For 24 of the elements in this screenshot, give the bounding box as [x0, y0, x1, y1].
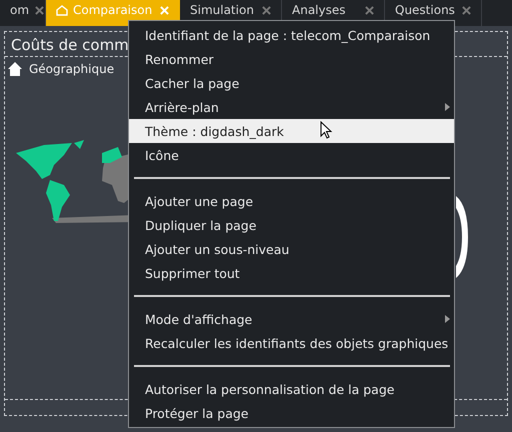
home-icon[interactable]: [7, 61, 23, 77]
menu-item[interactable]: Dupliquer la page: [129, 213, 454, 237]
menu-item[interactable]: Autoriser la personnalisation de la page: [129, 377, 454, 401]
submenu-arrow-icon: [445, 103, 450, 111]
menu-item[interactable]: Ajouter un sous-niveau: [129, 237, 454, 261]
menu-item[interactable]: Protéger la page: [129, 401, 454, 425]
close-icon[interactable]: [462, 6, 471, 14]
close-icon[interactable]: [35, 6, 44, 14]
panel-title: Coûts de comm: [11, 36, 129, 54]
menu-item[interactable]: Ajouter une page: [129, 189, 454, 213]
submenu-arrow-icon: [445, 315, 450, 323]
menu-item[interactable]: Icône: [129, 143, 454, 167]
menu-item[interactable]: Identifiant de la page : telecom_Comparaison: [129, 23, 454, 47]
menu-item[interactable]: Mode d'affichage: [129, 307, 454, 331]
menu-item[interactable]: Cacher la page: [129, 71, 454, 95]
menu-item[interactable]: Recalculer les identifiants des objets graphiques: [129, 331, 454, 355]
close-icon[interactable]: [365, 6, 374, 14]
menu-item[interactable]: Thème : digdash_dark: [129, 119, 454, 143]
breadcrumb-item[interactable]: Géographique: [29, 62, 114, 76]
menu-item[interactable]: Renommer: [129, 47, 454, 71]
menu-item[interactable]: Supprimer tout: [129, 261, 454, 285]
close-icon[interactable]: [262, 6, 271, 14]
menu-item[interactable]: Arrière-plan: [129, 95, 454, 119]
mouse-cursor-icon: [320, 121, 333, 140]
